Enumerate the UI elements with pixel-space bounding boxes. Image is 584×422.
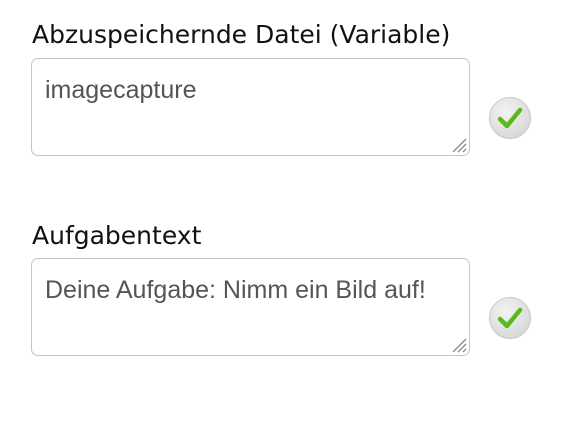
check-icon — [497, 307, 523, 329]
variable-file-value: imagecapture — [45, 76, 197, 104]
check-icon — [497, 107, 523, 129]
confirm-variable-file-button[interactable] — [489, 97, 531, 139]
task-text-label: Aufgabentext — [32, 221, 202, 250]
variable-file-textarea[interactable]: imagecapture — [31, 58, 470, 156]
variable-file-label: Abzuspeichernde Datei (Variable) — [32, 20, 451, 49]
resize-grip-icon[interactable] — [449, 135, 467, 153]
task-text-textarea[interactable]: Deine Aufgabe: Nimm ein Bild auf! — [31, 258, 470, 356]
confirm-task-text-button[interactable] — [489, 297, 531, 339]
resize-grip-icon[interactable] — [449, 335, 467, 353]
task-text-value: Deine Aufgabe: Nimm ein Bild auf! — [45, 276, 426, 304]
